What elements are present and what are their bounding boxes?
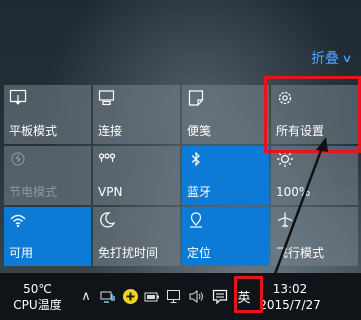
tile-all-settings[interactable]: 所有设置: [271, 85, 358, 144]
quick-actions-grid: 平板模式 连接 便笺 所有设置 节电模式 VPN 蓝牙 100% 可用 免打扰时…: [4, 85, 358, 266]
gear-icon: [276, 89, 296, 109]
cpu-temp-label: CPU温度: [13, 297, 62, 312]
tile-location[interactable]: 定位: [182, 207, 269, 266]
tile-note[interactable]: 便笺: [182, 85, 269, 144]
tile-label: 飞行模式: [276, 246, 325, 260]
cpu-temp-value: 50℃: [23, 281, 52, 296]
tile-label: VPN: [98, 185, 123, 199]
clock-date: 2015/7/27: [259, 297, 321, 312]
brightness-icon: [276, 150, 296, 170]
battery-saver-icon: [9, 150, 29, 170]
quiet-hours-icon: [98, 211, 118, 231]
tile-label: 所有设置: [276, 124, 325, 138]
collapse-button[interactable]: 折叠 ∨: [310, 48, 353, 68]
cpu-temperature[interactable]: 50℃ CPU温度: [0, 281, 75, 313]
chevron-up-icon: ∧: [81, 289, 91, 304]
network-tray-icon[interactable]: [97, 273, 119, 320]
battery-tray-icon[interactable]: [141, 273, 163, 320]
tile-label: 定位: [187, 246, 212, 260]
bluetooth-icon: [187, 150, 207, 170]
note-icon: [187, 89, 207, 109]
tile-battery-saver[interactable]: 节电模式: [4, 146, 91, 205]
tile-quiet-hours[interactable]: 免打扰时间: [93, 207, 180, 266]
connect-icon: [98, 89, 118, 109]
tile-label: 免打扰时间: [98, 246, 159, 260]
monitor-icon: [167, 290, 180, 303]
tile-bluetooth[interactable]: 蓝牙: [182, 146, 269, 205]
app-tray-icon[interactable]: [119, 273, 141, 320]
tile-vpn[interactable]: VPN: [93, 146, 180, 205]
show-hidden-icons-button[interactable]: ∧: [75, 273, 97, 320]
action-center-icon: [212, 289, 228, 304]
volume-icon: [189, 290, 203, 303]
tile-label: 可用: [9, 246, 34, 260]
tile-label: 节电模式: [9, 185, 58, 199]
monitor-tray-icon[interactable]: [163, 273, 185, 320]
plus-circle-icon: [122, 289, 138, 304]
tile-label: 连接: [98, 124, 123, 138]
tile-label: 蓝牙: [187, 185, 212, 199]
network-icon: [100, 291, 115, 303]
taskbar: 50℃ CPU温度 ∧ 英 13:02 2015/7/27: [0, 273, 361, 320]
tile-connect[interactable]: 连接: [93, 85, 180, 144]
location-icon: [187, 211, 207, 231]
vpn-icon: [98, 150, 118, 170]
tile-label: 100%: [276, 185, 311, 199]
airplane-icon: [276, 211, 296, 231]
tile-brightness[interactable]: 100%: [271, 146, 358, 205]
tablet-mode-icon: [9, 89, 29, 109]
input-method-indicator[interactable]: 英: [233, 287, 255, 306]
battery-icon: [144, 292, 159, 301]
wifi-icon: [9, 211, 29, 231]
collapse-label: 折叠: [310, 51, 339, 67]
clock-time: 13:02: [272, 281, 308, 296]
tile-wifi[interactable]: 可用: [4, 207, 91, 266]
tile-tablet-mode[interactable]: 平板模式: [4, 85, 91, 144]
tile-label: 便笺: [187, 124, 212, 138]
chevron-down-icon: ∨: [341, 51, 353, 65]
action-center-button[interactable]: [207, 273, 233, 320]
volume-tray-icon[interactable]: [185, 273, 207, 320]
tile-label: 平板模式: [9, 124, 58, 138]
clock[interactable]: 13:02 2015/7/27: [255, 281, 325, 313]
tile-airplane-mode[interactable]: 飞行模式: [271, 207, 358, 266]
